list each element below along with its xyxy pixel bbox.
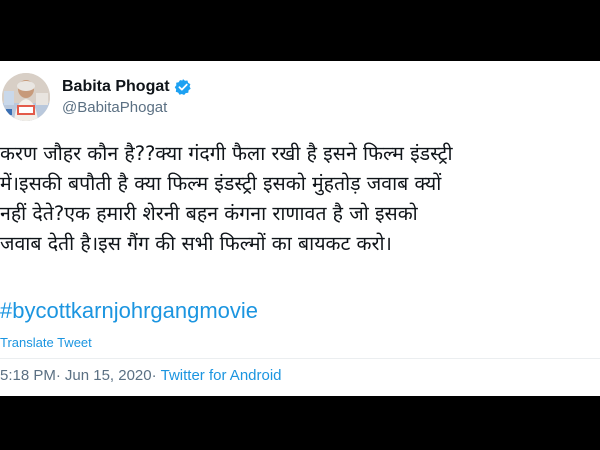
tweet-time[interactable]: 5:18 PM <box>0 367 56 384</box>
tweet-card: Babita Phogat @BabitaPhogat करण जौहर कौन… <box>0 61 600 396</box>
tweet-meta: 5:18 PM· Jun 15, 2020· Twitter for Android <box>0 367 282 384</box>
tweet-text-line: जवाब देती है।इस गैंग की सभी फिल्मों का ब… <box>0 232 392 255</box>
avatar-image <box>2 73 50 121</box>
tweet-text-line: नहीं देते?एक हमारी शेरनी बहन कंगना राणाव… <box>0 202 418 225</box>
translate-tweet-link[interactable]: Translate Tweet <box>0 335 92 350</box>
author-display-name[interactable]: Babita Phogat <box>62 78 170 96</box>
tweet-text-line: करण जौहर कौन है??क्या गंदगी फैला रखी है … <box>0 142 453 165</box>
tweet-text: करण जौहर कौन है??क्या गंदगी फैला रखी है … <box>0 139 596 259</box>
tweet-date[interactable]: Jun 15, 2020 <box>65 367 152 384</box>
tweet-text-line: में।इसकी बपौती है क्या फिल्म इंडस्ट्री इ… <box>0 172 442 195</box>
avatar[interactable] <box>2 73 50 121</box>
hashtag-link[interactable]: #bycottkarnjohrgangmovie <box>0 298 258 324</box>
author-handle[interactable]: @BabitaPhogat <box>62 99 167 116</box>
divider <box>0 358 600 359</box>
author-name-row[interactable]: Babita Phogat <box>62 76 192 98</box>
meta-separator: · <box>55 367 61 384</box>
tweet-source-link[interactable]: Twitter for Android <box>161 367 282 384</box>
verified-badge-icon <box>174 78 192 96</box>
tweet-header: Babita Phogat @BabitaPhogat <box>0 73 600 125</box>
meta-separator: · <box>151 367 157 384</box>
